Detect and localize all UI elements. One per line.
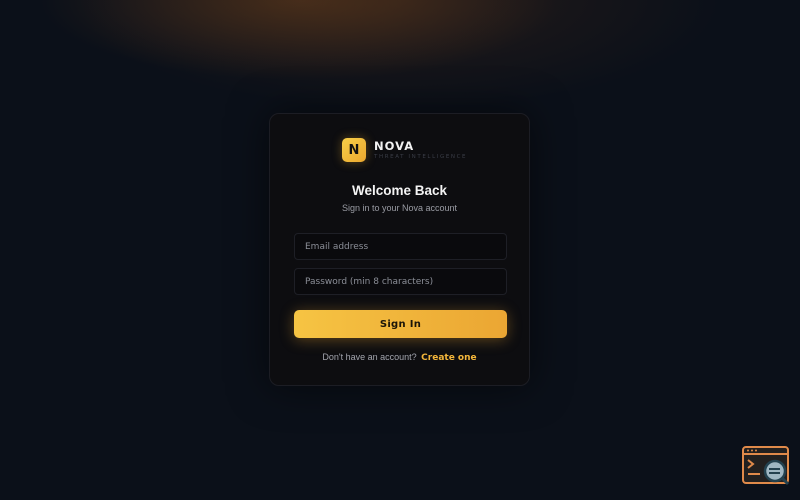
login-card: N NOVA THREAT INTELLIGENCE Welcome Back … [269,113,530,386]
brand-text: NOVA THREAT INTELLIGENCE [374,138,468,161]
email-field[interactable] [294,233,507,260]
terminal-search-icon[interactable] [742,446,790,486]
page-subtitle: Sign in to your Nova account [341,203,458,213]
page-background: N NOVA THREAT INTELLIGENCE Welcome Back … [0,0,800,500]
nova-logo-icon: N [342,138,366,162]
brand-name: NOVA [374,138,415,153]
brand-tagline: THREAT INTELLIGENCE [374,153,468,160]
signup-prompt: Don't have an account? Create one [270,352,529,363]
password-field[interactable] [294,268,507,295]
create-account-link[interactable]: Create one [421,353,476,363]
logo-letter: N [348,142,360,158]
page-title: Welcome Back [351,183,448,198]
brand: N NOVA THREAT INTELLIGENCE [342,138,467,162]
signup-prompt-text: Don't have an account? [322,352,417,362]
sign-in-button[interactable]: Sign In [294,310,507,338]
